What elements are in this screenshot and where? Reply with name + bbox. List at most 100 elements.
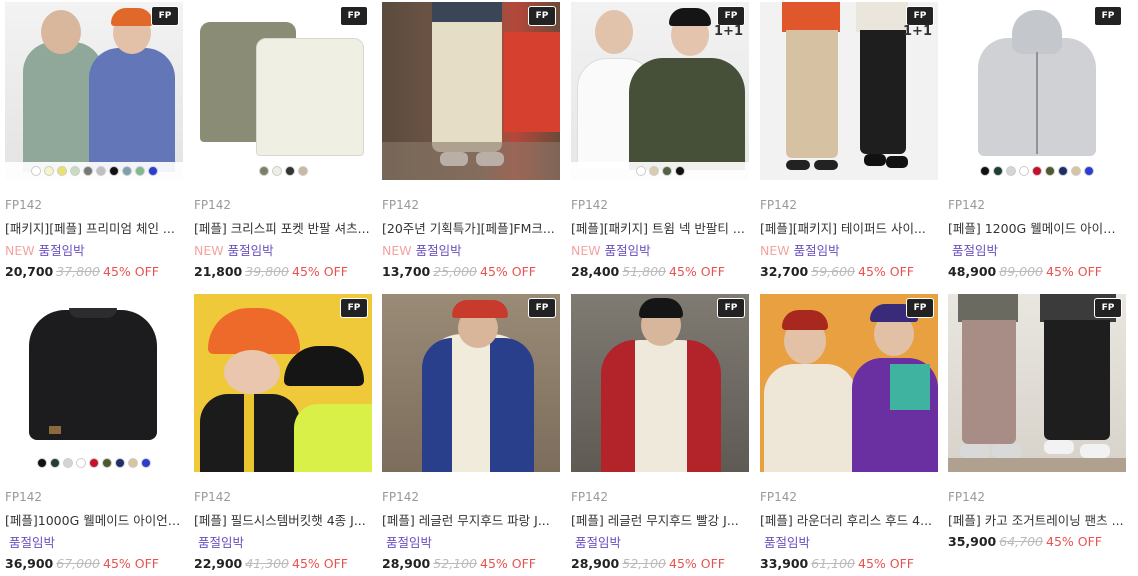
product-card[interactable]: FP FP142 [페플] 크리스피 포켓 반팔 셔츠... NEW 품절임박 2… [194,2,372,279]
product-name[interactable]: [페플][패키지] 트윔 넥 반팔티 ... [571,221,749,236]
status-badge: 품절임박 [575,535,622,550]
product-image[interactable]: FP [948,294,1126,472]
product-card[interactable]: FP FP142 [패키지][페플] 프리미엄 체인 ... NEW 품절임박 2… [5,2,183,279]
product-image[interactable]: FP 1+1 [760,2,938,180]
color-swatch[interactable] [661,166,672,176]
product-image[interactable]: FP [760,294,938,472]
product-name[interactable]: [페플] 라운더리 후리스 후드 4... [760,513,938,528]
sale-price: 28,900 [382,556,431,571]
color-swatch[interactable] [674,166,685,176]
product-name[interactable]: [페플] 레글런 무지후드 파랑 J... [382,513,560,528]
status-badge: 품절임박 [386,535,433,550]
discount-label: 45% OFF [1046,534,1102,549]
product-image[interactable]: FP 1+1 [571,2,749,180]
status-badge: 품절임박 [415,243,462,258]
product-image[interactable]: FP [948,2,1126,180]
color-swatch[interactable] [82,166,93,176]
color-swatch[interactable] [76,458,86,468]
product-name[interactable]: [패키지][페플] 프리미엄 체인 ... [5,221,183,236]
color-swatch[interactable] [141,458,151,468]
sandal [814,160,838,170]
product-image[interactable]: FP [382,294,560,472]
color-swatch[interactable] [1084,166,1094,176]
discount-label: 45% OFF [480,556,536,571]
brand-label: FP142 [760,490,798,504]
color-swatch[interactable] [1058,166,1068,176]
product-image[interactable]: FP [194,294,372,472]
product-name[interactable]: [페플][패키지] 테이퍼드 사이... [760,221,938,236]
beanie [639,298,683,318]
color-swatch[interactable] [284,166,295,176]
color-swatch[interactable] [108,166,119,176]
color-swatch[interactable] [1045,166,1055,176]
product-image[interactable]: FP [194,2,372,180]
color-swatch[interactable] [102,458,112,468]
color-swatch[interactable] [43,166,54,176]
original-price: 41,300 [245,556,289,571]
brand-label: FP142 [571,490,609,504]
price-row: 32,700 59,600 45% OFF [760,264,938,279]
product-image[interactable] [5,294,183,472]
tag-row: NEW 품절임박 [5,243,183,258]
discount-label: 45% OFF [858,264,914,279]
product-image[interactable]: FP [5,2,183,180]
color-swatch[interactable] [993,166,1003,176]
color-swatch[interactable] [147,166,158,176]
color-swatch[interactable] [1019,166,1029,176]
product-card[interactable]: FP FP142 [페플] 카고 조거트레이닝 팬츠 ... 35,900 64,… [948,294,1126,549]
product-card[interactable]: FP FP142 [페플] 레글런 무지후드 파랑 J... 품절임박 28,9… [382,294,560,571]
color-swatch[interactable] [115,458,125,468]
product-name[interactable]: [페플] 크리스피 포켓 반팔 셔츠... [194,221,372,236]
color-swatch[interactable] [134,166,145,176]
tag-row: NEW 품절임박 [571,243,749,258]
color-swatch[interactable] [635,166,646,176]
product-card[interactable]: FP142 [페플]1000G 웰메이드 아이언 ... 품절임박 36,900… [5,294,183,571]
fleece-hoodie-figure [764,364,856,472]
color-swatch[interactable] [258,166,269,176]
color-swatch[interactable] [37,458,47,468]
product-name[interactable]: [페플]1000G 웰메이드 아이언 ... [5,513,183,528]
product-card[interactable]: FP FP142 [페플] 1200G 웰메이드 아이언... 품절임박 48,… [948,2,1126,279]
sale-price: 35,900 [948,534,997,549]
color-swatch[interactable] [648,166,659,176]
color-swatch[interactable] [30,166,41,176]
original-price: 51,800 [622,264,666,279]
product-card[interactable]: FP 1+1 FP142 [페플][패키지] 트윔 넥 반팔티 ... NEW 품… [571,2,749,279]
color-swatch[interactable] [63,458,73,468]
product-name[interactable]: [20주년 기획특가][페플]FM크... [382,221,560,236]
price-row: 28,400 51,800 45% OFF [571,264,749,279]
product-card[interactable]: FP 1+1 FP142 [페플][패키지] 테이퍼드 사이... NEW 품절임… [760,2,938,279]
product-name[interactable]: [페플] 카고 조거트레이닝 팬츠 ... [948,513,1126,528]
sale-price: 36,900 [5,556,54,571]
product-name[interactable]: [페플] 1200G 웰메이드 아이언... [948,221,1126,236]
color-swatch[interactable] [980,166,990,176]
product-card[interactable]: FP FP142 [페플] 레글런 무지후드 빨강 J... 품절임박 28,9… [571,294,749,571]
color-swatch[interactable] [1032,166,1042,176]
color-swatch[interactable] [1006,166,1016,176]
sale-price: 28,400 [571,264,620,279]
product-name[interactable]: [페플] 필드시스템버킷햇 4종 J... [194,513,372,528]
color-swatch[interactable] [121,166,132,176]
color-swatch[interactable] [56,166,67,176]
tag-row: 품절임박 [571,535,749,550]
tag-row: 품절임박 [5,535,183,550]
color-swatch[interactable] [95,166,106,176]
product-image[interactable]: FP [571,294,749,472]
price-row: 36,900 67,000 45% OFF [5,556,183,571]
color-swatch[interactable] [69,166,80,176]
color-swatch[interactable] [271,166,282,176]
original-price: 59,600 [811,264,855,279]
tag-row: 품절임박 [194,535,372,550]
product-name[interactable]: [페플] 레글런 무지후드 빨강 J... [571,513,749,528]
shoe [864,154,886,166]
product-card[interactable]: FP FP142 [페플] 필드시스템버킷햇 4종 J... 품절임박 22,9… [194,294,372,571]
color-swatch[interactable] [1071,166,1081,176]
color-swatch[interactable] [89,458,99,468]
product-card[interactable]: FP FP142 [페플] 라운더리 후리스 후드 4... 품절임박 33,9… [760,294,938,571]
color-swatch[interactable] [128,458,138,468]
product-card[interactable]: FP FP142 [20주년 기획특가][페플]FM크... NEW 품절임박 1… [382,2,560,279]
product-image[interactable]: FP [382,2,560,180]
price-row: 28,900 52,100 45% OFF [382,556,560,571]
color-swatch[interactable] [297,166,308,176]
color-swatch[interactable] [50,458,60,468]
